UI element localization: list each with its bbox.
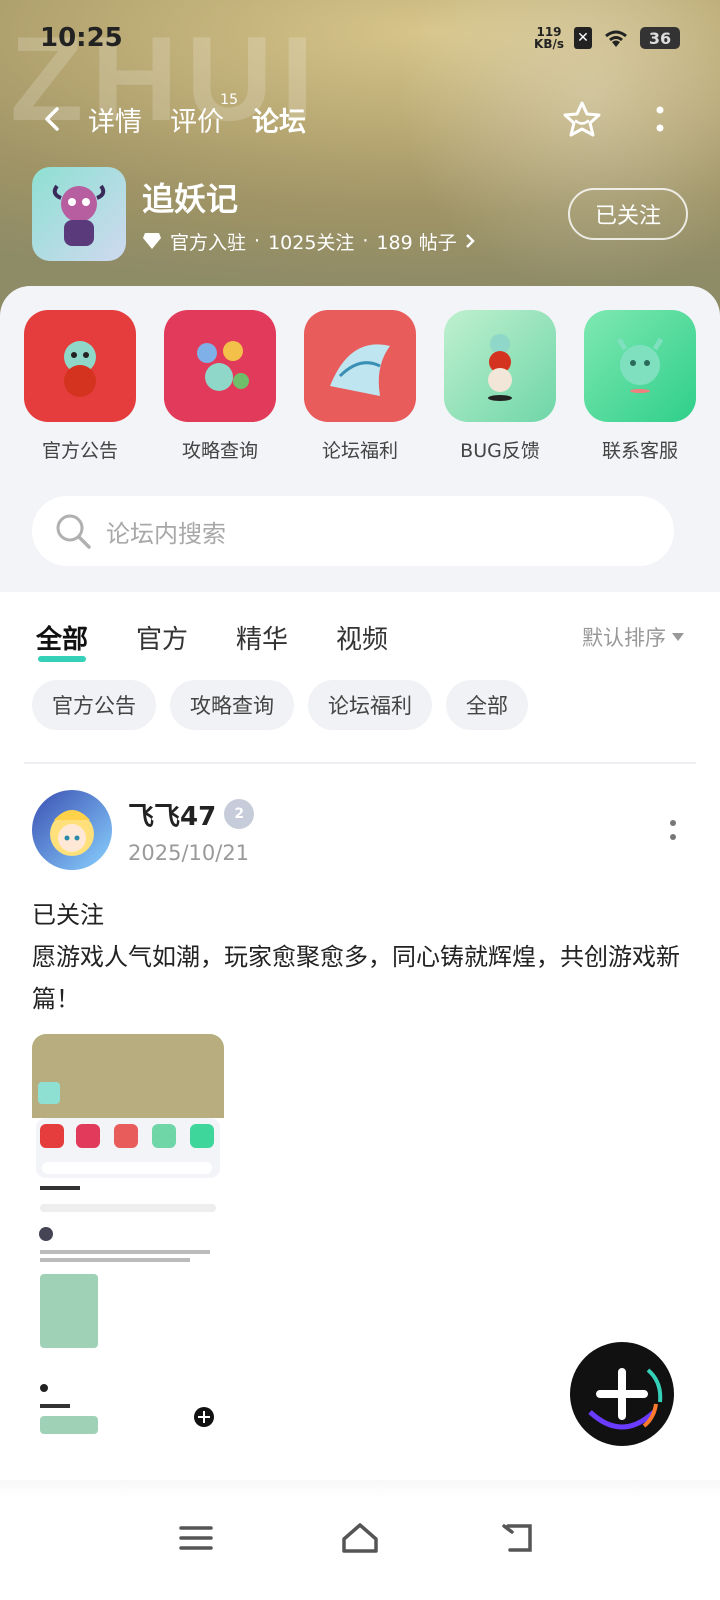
announcement-icon [24,310,136,422]
guide-icon [164,310,276,422]
chip-announcement[interactable]: 官方公告 [32,680,156,730]
filter-tab-video[interactable]: 视频 [336,619,388,656]
top-navigation: 详情 评价 15 论坛 [40,92,680,142]
more-options-icon[interactable] [640,99,680,139]
post-image[interactable] [32,1034,224,1440]
shortcut-announcement[interactable]: 官方公告 [24,310,136,463]
favorite-star-icon[interactable] [562,99,602,139]
filter-tab-featured[interactable]: 精华 [236,619,288,656]
battery-icon: 36 [640,27,680,49]
status-bar: 10:25 119 KB/s ✕ 36 [40,18,680,58]
game-name: 追妖记 [142,179,239,218]
chip-guide[interactable]: 攻略查询 [170,680,294,730]
review-count-badge: 15 [220,91,238,108]
shortcut-guide[interactable]: 攻略查询 [164,310,276,463]
post-text: 已关注 愿游戏人气如潮，玩家愈聚愈多，同心铸就辉煌，共创游戏新篇！ [32,901,680,1013]
shortcut-row: 官方公告 攻略查询 论坛福利 BUG反馈 联系客服 [24,310,696,463]
category-chips: 官方公告 攻略查询 论坛福利 全部 [32,680,688,730]
forum-panel: 官方公告 攻略查询 论坛福利 BUG反馈 联系客服 论坛内搜索 [0,286,720,592]
post-filter-tabs: 全部 官方 精华 视频 默认排序 [36,612,684,662]
shortcut-customer-service[interactable]: 联系客服 [584,310,696,463]
forum-header: ZHUI 10:25 119 KB/s ✕ 36 详情 评价 15 论坛 追妖记… [0,0,720,320]
chevron-left-icon[interactable] [40,106,66,132]
official-label: 官方入驻 [170,231,247,254]
game-summary: 追妖记 官方入驻 · 1025关注 · 189 帖子 已关注 [32,166,688,262]
post-more-icon[interactable] [658,810,688,850]
chip-all[interactable]: 全部 [446,680,528,730]
game-icon[interactable] [32,167,126,261]
shortcut-bug-report[interactable]: BUG反馈 [444,310,556,463]
customer-service-icon [584,310,696,422]
back-icon[interactable] [494,1514,542,1562]
followed-button[interactable]: 已关注 [568,188,688,240]
post-date: 2025/10/21 [128,840,250,865]
level-badge: 2 [224,799,255,829]
filter-tab-all[interactable]: 全部 [36,619,88,662]
home-icon[interactable] [336,1514,384,1562]
welfare-icon [304,310,416,422]
avatar[interactable] [32,790,112,870]
chip-welfare[interactable]: 论坛福利 [308,680,432,730]
bug-report-icon [444,310,556,422]
caret-down-icon [672,633,684,641]
search-placeholder: 论坛内搜索 [106,519,226,548]
followers-count: 1025关注 [268,231,355,254]
tab-details[interactable]: 详情 [88,100,142,139]
game-meta[interactable]: 官方入驻 · 1025关注 · 189 帖子 [142,228,475,255]
shortcut-welfare[interactable]: 论坛福利 [304,310,416,463]
wifi-icon [605,30,627,47]
search-icon [56,514,91,549]
user-name[interactable]: 飞飞47 [128,796,216,833]
tab-reviews[interactable]: 评价 15 [170,92,238,139]
sort-dropdown[interactable]: 默认排序 [582,622,684,652]
nfc-icon: ✕ [574,27,592,49]
diamond-icon [143,233,161,249]
filter-tab-official[interactable]: 官方 [136,619,188,656]
chevron-right-icon [465,234,475,248]
posts-count: 189 帖子 [376,231,457,254]
forum-search-input[interactable]: 论坛内搜索 [32,496,674,566]
status-icons: 119 KB/s ✕ 36 [534,26,680,50]
new-post-button[interactable] [570,1342,674,1446]
system-navigation-bar [0,1480,720,1600]
tab-forum[interactable]: 论坛 [252,100,306,139]
net-speed: 119 KB/s [534,25,564,51]
divider [24,762,696,764]
plus-icon [572,1344,672,1444]
status-time: 10:25 [40,23,123,53]
menu-icon[interactable] [172,1514,220,1562]
